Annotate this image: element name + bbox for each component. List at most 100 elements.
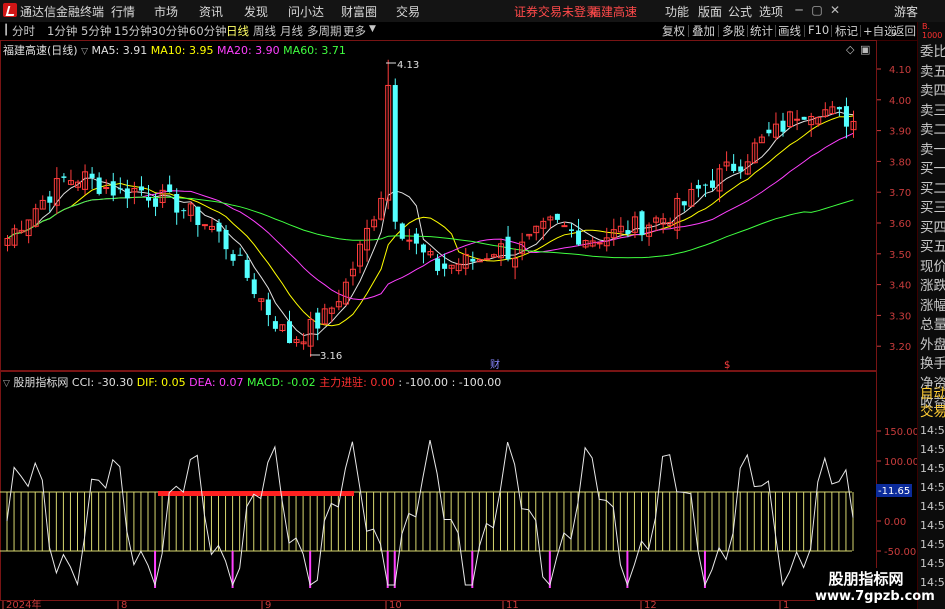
menu-banmian[interactable]: 版面 xyxy=(698,3,722,20)
menu-gongneng[interactable]: 功能 xyxy=(665,3,689,20)
tab-15min[interactable]: 15分钟 xyxy=(114,23,152,39)
tab-weekly[interactable]: 周线 xyxy=(253,23,276,39)
tab-daily[interactable]: 日线 xyxy=(226,23,249,39)
trade-time-3: 14:56 xyxy=(920,481,945,494)
extra-legend-2: : -100.00 xyxy=(451,376,502,389)
f10-button[interactable]: F10 xyxy=(808,23,829,37)
divider xyxy=(688,25,689,37)
indicator-name[interactable]: 股朋指标网 xyxy=(13,376,68,389)
candle-body-down xyxy=(702,184,708,186)
extra-legend-1: : -100.00 xyxy=(398,376,449,389)
ma60-legend: MA60: 3.71 xyxy=(283,44,346,57)
settings-diamond-icon[interactable]: ◇ xyxy=(846,43,855,56)
ma5-legend: MA5: 3.91 xyxy=(91,44,148,57)
menu-caifuquan[interactable]: 财富圈 xyxy=(341,3,377,20)
tab-fenshi[interactable]: 分时 xyxy=(12,23,35,39)
indicator-dropdown-icon[interactable]: ▽ xyxy=(3,379,10,389)
price-tick-label: 4.00 xyxy=(889,96,911,107)
trade-login-notice[interactable]: 证券交易未登录 xyxy=(514,3,598,20)
candle-body-down xyxy=(435,258,441,271)
app-logo-icon xyxy=(3,3,17,17)
menu-wenxiaoda[interactable]: 问小达 xyxy=(288,3,324,20)
candle-body-down xyxy=(843,106,849,127)
sidebar-item-0[interactable]: 委比 xyxy=(920,42,945,62)
high-price-label: 4.13 xyxy=(397,60,419,71)
tab-1min[interactable]: 1分钟 xyxy=(47,23,77,39)
candle-body-down xyxy=(167,184,173,192)
sidebar-item-3[interactable]: 卖三 xyxy=(920,101,945,121)
sidebar-item-11[interactable]: 现价 xyxy=(920,257,945,277)
overlay-button[interactable]: 叠加 xyxy=(692,23,715,39)
candle-body-down xyxy=(554,213,560,220)
stock-name-header: 福建高速 xyxy=(589,5,638,19)
sidebar-item-16[interactable]: 换手 xyxy=(920,354,945,374)
main-force-legend: 主力进驻: 0.00 xyxy=(319,376,395,389)
sidebar-action-0[interactable]: 自动 xyxy=(920,384,945,404)
draw-line-button[interactable]: 画线 xyxy=(778,23,801,39)
stats-button[interactable]: 统计 xyxy=(750,23,773,39)
tab-5min[interactable]: 5分钟 xyxy=(81,23,111,39)
price-tick-label: 3.60 xyxy=(889,219,911,230)
kline-chart[interactable]: 4.10 4.00 3.90 3.80 3.70 3.60 3.50 3.40 3.30 3.20… xyxy=(0,40,917,609)
sidebar-item-5[interactable]: 卖一 xyxy=(920,140,945,160)
finance-event-marker[interactable]: 财 xyxy=(490,358,500,371)
maximize-icon[interactable]: ▢ xyxy=(808,3,826,17)
window-controls: ─ ▢ ✕ xyxy=(790,3,844,17)
menu-hangqing[interactable]: 行情 xyxy=(111,3,135,20)
sidebar-item-4[interactable]: 卖二 xyxy=(920,120,945,140)
back-button[interactable]: 返回 xyxy=(893,23,916,39)
menu-jiaoyi[interactable]: 交易 xyxy=(396,3,420,20)
candle-body-down xyxy=(766,129,772,134)
menu-zixun[interactable]: 资讯 xyxy=(199,3,223,20)
sidebar-item-1[interactable]: 卖五 xyxy=(920,62,945,82)
tab-more[interactable]: 更多 xyxy=(343,23,366,39)
sidebar-item-2[interactable]: 卖四 xyxy=(920,81,945,101)
trade-time-6: 14:56 xyxy=(920,538,945,551)
sidebar-item-13[interactable]: 涨幅 xyxy=(920,296,945,316)
candle-body-down xyxy=(251,279,257,295)
sidebar-item-8[interactable]: 买三 xyxy=(920,198,945,218)
minimize-icon[interactable]: ─ xyxy=(790,3,808,17)
sidebar-item-15[interactable]: 外盘 xyxy=(920,335,945,355)
fuquan-button[interactable]: 复权 xyxy=(662,23,685,39)
multi-stock-button[interactable]: 多股 xyxy=(722,23,745,39)
sidebar-item-6[interactable]: 买一 xyxy=(920,159,945,179)
tab-30min[interactable]: 30分钟 xyxy=(151,23,189,39)
candle-body-down xyxy=(124,188,130,199)
candle-body-down xyxy=(89,173,95,178)
sidebar-action-1[interactable]: 交易 xyxy=(920,402,945,422)
user-label[interactable]: 游客 xyxy=(894,3,918,20)
menu-faxian[interactable]: 发现 xyxy=(244,3,268,20)
price-tick-label: 3.80 xyxy=(889,157,911,168)
sidebar-item-12[interactable]: 涨跌 xyxy=(920,276,945,296)
candle-body-down xyxy=(420,244,426,253)
tab-multi-period[interactable]: 多周期 xyxy=(307,23,342,39)
candle-body-down xyxy=(738,166,744,172)
dropdown-chevron-icon[interactable]: ▽ xyxy=(81,47,88,57)
panel-toggle-icon[interactable]: ┃ xyxy=(3,25,9,36)
ma-line xyxy=(7,115,854,327)
time-tick-label: 11 xyxy=(506,600,519,609)
mark-button[interactable]: 标记 xyxy=(835,23,858,39)
sidebar-item-9[interactable]: 买四 xyxy=(920,218,945,238)
trade-time-7: 14:56 xyxy=(920,557,945,570)
chart-title: 福建高速(日线) xyxy=(3,44,78,57)
close-icon[interactable]: ✕ xyxy=(826,3,844,17)
chevron-down-icon[interactable]: ▼ xyxy=(369,24,376,34)
collapse-icon[interactable]: ▣ xyxy=(860,43,870,56)
tab-60min[interactable]: 60分钟 xyxy=(189,23,227,39)
candle-body-down xyxy=(181,210,187,212)
sidebar-item-10[interactable]: 买五 xyxy=(920,237,945,257)
menu-shichang[interactable]: 市场 xyxy=(154,3,178,20)
dividend-event-marker[interactable]: $ xyxy=(724,360,730,371)
menu-gongshi[interactable]: 公式 xyxy=(728,3,752,20)
tab-monthly[interactable]: 月线 xyxy=(280,23,303,39)
candle-body-down xyxy=(272,321,278,329)
sidebar-item-14[interactable]: 总量 xyxy=(920,315,945,335)
menu-xuanxiang[interactable]: 选项 xyxy=(759,3,783,20)
ma20-legend: MA20: 3.90 xyxy=(216,44,280,57)
quote-sidebar: B. 1000 委比 卖五 卖四 卖三 卖二 卖一 买一 买二 买三 买四 买五 现价 涨跌 涨幅 总量 外盘换… xyxy=(917,22,945,609)
sidebar-item-7[interactable]: 买二 xyxy=(920,179,945,199)
divider xyxy=(831,25,832,37)
current-value-label: -11.65 xyxy=(878,486,910,497)
